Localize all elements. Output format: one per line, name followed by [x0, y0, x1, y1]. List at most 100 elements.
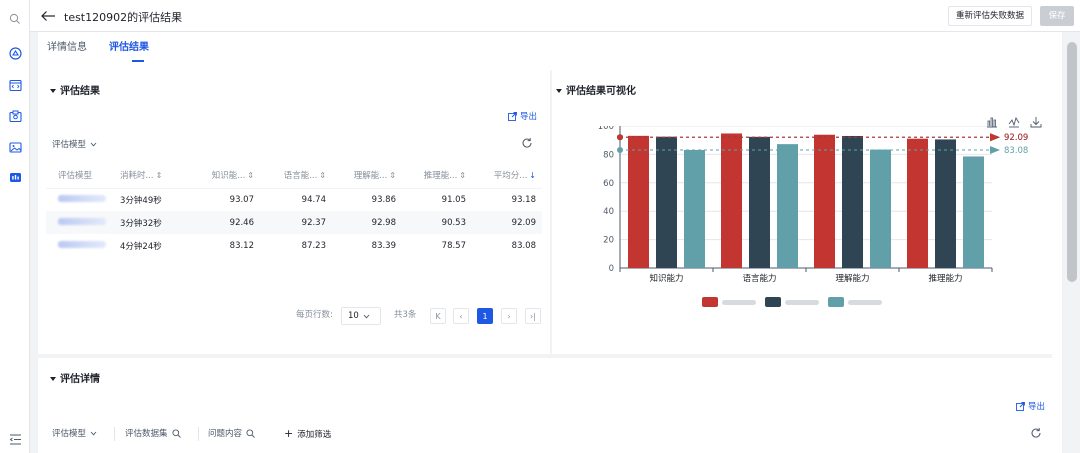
- chevron-down-icon: [90, 142, 97, 146]
- search-icon[interactable]: [7, 11, 23, 27]
- time-cell: 4分钟24秒: [120, 241, 162, 252]
- x-tick-label: 推理能力: [928, 273, 962, 284]
- reasoning-cell: 78.57: [441, 240, 466, 251]
- column-header-reasoning[interactable]: 推理能... ⇕: [402, 162, 472, 189]
- bar: [721, 133, 742, 268]
- comprehension-cell: 92.98: [332, 211, 402, 234]
- redacted-model-name: [58, 217, 106, 225]
- bar: [842, 135, 863, 268]
- model-icon[interactable]: [7, 45, 23, 61]
- model-name-cell: [46, 211, 118, 234]
- details-section-title[interactable]: 评估详情: [50, 370, 100, 385]
- comprehension-cell: 93.86: [371, 194, 396, 205]
- bar: [870, 149, 891, 268]
- collapse-menu-icon[interactable]: [7, 431, 23, 447]
- page-size-label: 每页行数:: [296, 310, 333, 320]
- comprehension-cell: 83.39: [371, 240, 396, 251]
- sort-icon: ⇕: [319, 170, 326, 180]
- y-tick-label: 100: [598, 126, 614, 132]
- y-tick-label: 40: [603, 207, 614, 217]
- section-divider: [38, 354, 1052, 358]
- time-cell: 3分钟32秒: [118, 211, 188, 234]
- sort-descending-icon: ↓: [529, 170, 536, 180]
- caret-down-icon: [50, 377, 56, 381]
- column-header-average[interactable]: 平均分... ↓: [472, 162, 542, 189]
- tab-results[interactable]: 评估结果: [109, 38, 149, 53]
- search-icon: [246, 428, 255, 438]
- filter-model-select[interactable]: 评估模型: [52, 427, 97, 439]
- code-icon[interactable]: [7, 77, 23, 93]
- table-row: 3分钟49秒 93.07 94.74 93.86 91.05 93.18: [46, 188, 542, 211]
- table-row: 3分钟32秒 92.46 92.37 92.98 90.53 92.09: [46, 211, 542, 234]
- bar: [749, 136, 770, 268]
- bar: [684, 149, 705, 268]
- knowledge-cell: 83.12: [229, 240, 254, 251]
- column-header-knowledge[interactable]: 知识能... ⇕: [188, 162, 260, 189]
- mark-line-arrow: [990, 133, 1000, 142]
- legend-swatch: [765, 297, 781, 307]
- column-header-time[interactable]: 消耗时... ⇕: [118, 162, 188, 189]
- filter-dataset-input[interactable]: 评估数据集: [125, 427, 181, 439]
- vertical-scrollbar[interactable]: [1064, 32, 1080, 453]
- language-cell: 87.23: [301, 240, 326, 251]
- rerun-failed-button[interactable]: 重新评估失败数据: [948, 6, 1032, 26]
- y-tick-label: 80: [603, 150, 614, 160]
- reasoning-cell: 91.05: [441, 194, 466, 205]
- average-cell: 93.18: [511, 194, 536, 205]
- refresh-icon[interactable]: [1030, 427, 1042, 439]
- legend-swatch: [828, 297, 844, 307]
- chevron-down-icon: [90, 431, 97, 435]
- visualization-section-title[interactable]: 评估结果可视化: [556, 82, 636, 97]
- next-page-icon[interactable]: ›: [501, 308, 517, 324]
- prev-page-icon[interactable]: ‹: [453, 308, 469, 324]
- legend-redacted-label: [785, 300, 819, 305]
- image-icon[interactable]: [7, 139, 23, 155]
- mark-line-label: 83.08: [1004, 146, 1028, 156]
- knowledge-cell: 92.46: [188, 211, 260, 234]
- arrow-left-icon[interactable]: [40, 8, 56, 24]
- model-name-cell: [46, 188, 118, 211]
- evaluation-icon[interactable]: [7, 169, 23, 185]
- y-tick-label: 20: [603, 236, 614, 246]
- tab-details[interactable]: 详情信息: [47, 38, 87, 53]
- language-cell: 92.37: [260, 211, 332, 234]
- first-page-icon[interactable]: K: [430, 308, 446, 324]
- average-cell: 92.09: [472, 211, 542, 234]
- save-button[interactable]: 保存: [1040, 6, 1074, 26]
- bar: [777, 144, 798, 268]
- mark-line-start-dot: [617, 147, 623, 154]
- column-header-language[interactable]: 语言能... ⇕: [260, 162, 332, 189]
- external-link-icon: [508, 111, 517, 121]
- page-header: test120902的评估结果 重新评估失败数据 保存: [30, 0, 1080, 32]
- visualization-panel: 评估结果可视化 0 20 40 60 80 100 知识能力 语言能力 理解能力 推理能力 92.0…: [552, 70, 1052, 356]
- column-header-comprehension[interactable]: 理解能... ⇕: [332, 162, 402, 189]
- legend-swatch: [702, 297, 718, 307]
- add-filter-button[interactable]: + 添加筛选: [284, 427, 331, 440]
- external-link-icon: [1016, 401, 1025, 411]
- table-row: 4分钟24秒 83.12 87.23 83.39 78.57 83.08: [46, 234, 542, 257]
- y-tick-label: 0: [609, 264, 614, 274]
- export-details-link[interactable]: 导出: [1016, 400, 1045, 412]
- time-cell: 3分钟49秒: [120, 195, 162, 206]
- filter-divider: [198, 427, 199, 441]
- bar: [907, 138, 928, 268]
- last-page-icon[interactable]: ›|: [525, 308, 541, 324]
- dataset-icon[interactable]: [7, 108, 23, 124]
- results-panel: 评估结果 导出 评估模型 评估模型 消耗时... ⇕ 知识能... ⇕ 语言能...…: [38, 70, 548, 356]
- results-section-title[interactable]: 评估结果: [50, 82, 100, 97]
- scrollbar-thumb[interactable]: [1067, 42, 1077, 282]
- sort-icon: ⇕: [247, 170, 254, 180]
- mark-line-start-dot: [617, 134, 623, 141]
- chevron-down-icon: [363, 314, 370, 318]
- refresh-icon[interactable]: [521, 137, 533, 149]
- filter-question-input[interactable]: 问题内容: [208, 427, 255, 439]
- bar: [963, 156, 984, 268]
- export-results-link[interactable]: 导出: [508, 110, 537, 122]
- main-content: 详情信息 评估结果 评估结果 导出 评估模型 评估模型 消耗时... ⇕ 知识能.…: [38, 32, 1062, 453]
- page-number[interactable]: 1: [477, 308, 493, 324]
- page-size-select[interactable]: 10: [341, 307, 381, 325]
- model-select[interactable]: 评估模型: [46, 135, 103, 153]
- bar: [628, 135, 649, 268]
- active-tab-indicator: [132, 60, 144, 62]
- model-name-cell: [46, 234, 118, 257]
